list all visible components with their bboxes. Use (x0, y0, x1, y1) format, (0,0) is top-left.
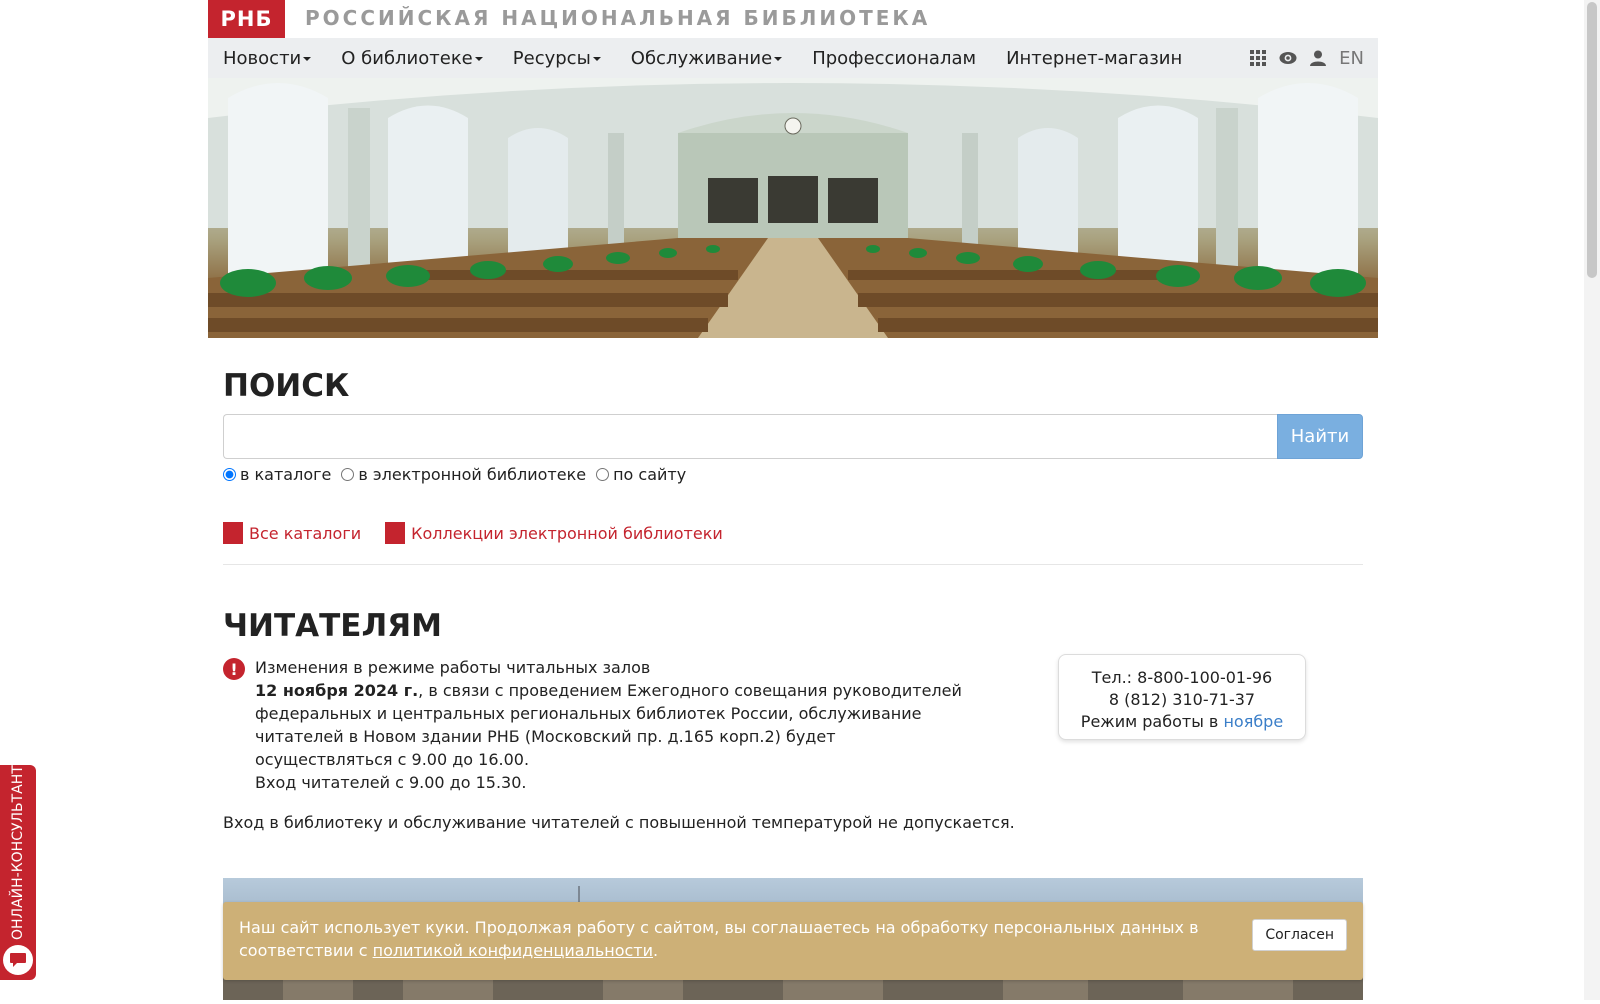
cookie-banner: Наш сайт использует куки. Продолжая рабо… (223, 902, 1363, 980)
hours-prefix: Режим работы в (1080, 712, 1224, 731)
section-divider (223, 564, 1363, 565)
privacy-policy-link[interactable]: политикой конфиденциальности (373, 941, 653, 960)
caret-down-icon (592, 57, 601, 61)
link-label: Все каталоги (249, 523, 362, 543)
notice-entry: Вход читателей с 9.00 до 15.30. (255, 773, 527, 792)
search-input[interactable] (223, 414, 1277, 459)
search-button[interactable]: Найти (1277, 414, 1363, 459)
nav-item-shop[interactable]: Интернет-магазин (991, 38, 1197, 78)
caret-down-icon (774, 57, 783, 61)
caret-down-icon (303, 57, 312, 61)
site-title: РОССИЙСКАЯ НАЦИОНАЛЬНАЯ БИБЛИОТЕКА (305, 6, 931, 30)
red-square-icon (223, 522, 243, 544)
opening-hours: Режим работы в ноябре (1059, 711, 1305, 733)
red-square-icon (385, 522, 406, 544)
eye-icon[interactable] (1279, 49, 1297, 67)
scope-radio-elibrary[interactable] (341, 468, 355, 481)
page-header: РНБ РОССИЙСКАЯ НАЦИОНАЛЬНАЯ БИБЛИОТЕКА Н… (208, 0, 1378, 338)
link-label: Коллекции электронной библиотеки (411, 523, 723, 543)
brand-bar: РНБ РОССИЙСКАЯ НАЦИОНАЛЬНАЯ БИБЛИОТЕКА (208, 0, 1378, 38)
phone-primary: Тел.: 8-800-100-01-96 (1091, 668, 1273, 687)
search-section: ПОИСК Найти в каталоге в электронной биб… (223, 368, 1363, 565)
contact-card: Тел.: 8-800-100-01-96 8 (812) 310-71-37 … (1058, 654, 1306, 740)
chat-bubble-icon (3, 945, 33, 975)
nav-item-label: Интернет-магазин (1006, 47, 1183, 69)
search-heading: ПОИСК (223, 368, 350, 404)
nav-item-label: Ресурсы (512, 47, 591, 69)
scope-radio-catalog[interactable] (223, 468, 236, 481)
scope-label: в электронной библиотеке (358, 465, 587, 484)
caret-down-icon (474, 57, 483, 61)
language-switch[interactable]: EN (1339, 48, 1364, 69)
page-scrollbar[interactable] (1584, 0, 1600, 1000)
site-logo[interactable]: РНБ (208, 0, 285, 38)
readers-heading: ЧИТАТЕЛЯМ (223, 608, 442, 644)
nav-item-label: Обслуживание (630, 47, 773, 69)
quick-links: Все каталоги Коллекции электронной библи… (223, 522, 1363, 544)
hero-reading-room-image (208, 78, 1378, 338)
nav-item-about[interactable]: О библиотеке (326, 38, 498, 78)
nav-item-label: Профессионалам (812, 47, 977, 69)
reading-room-illustration (208, 78, 1378, 338)
notice-paragraph: 12 ноября 2024 г., в связи с проведением… (255, 679, 975, 771)
scope-radio-site[interactable] (596, 468, 610, 481)
scope-option-catalog[interactable]: в каталоге (223, 465, 331, 484)
nav-item-label: Новости (223, 47, 302, 69)
main-nav: Новости О библиотеке Ресурсы Обслуживани… (208, 38, 1378, 78)
temperature-note: Вход в библиотеку и обслуживание читател… (223, 813, 1015, 832)
nav-item-news[interactable]: Новости (208, 38, 326, 78)
notice-date: 12 ноября 2024 г. (255, 681, 419, 700)
nav-item-services[interactable]: Обслуживание (616, 38, 797, 78)
user-icon[interactable] (1309, 49, 1327, 67)
online-consultant-tab[interactable]: ОНЛАЙН-КОНСУЛЬТАНТ (0, 765, 36, 980)
scrollbar-thumb[interactable] (1587, 2, 1597, 278)
nav-item-label: О библиотеке (341, 47, 473, 69)
scope-option-site[interactable]: по сайту (596, 465, 686, 484)
phone-secondary: 8 (812) 310-71-37 (1108, 690, 1256, 709)
nav-item-professionals[interactable]: Профессионалам (797, 38, 991, 78)
exclamation-icon: ! (223, 658, 245, 680)
all-catalogs-link[interactable]: Все каталоги (223, 522, 361, 544)
cookie-text: Наш сайт использует куки. Продолжая рабо… (239, 916, 1239, 962)
cookie-end: . (653, 941, 659, 960)
nav-item-resources[interactable]: Ресурсы (498, 38, 616, 78)
nav-tools: EN (1249, 38, 1364, 78)
consultant-label: ОНЛАЙН-КОНСУЛЬТАНТ (10, 765, 26, 940)
scope-label: в каталоге (240, 465, 332, 484)
notice-title: Изменения в режиме работы читальных зало… (255, 658, 651, 677)
hours-link[interactable]: ноябре (1223, 712, 1283, 731)
notice-text: Изменения в режиме работы читальных зало… (255, 656, 975, 794)
search-bar: Найти (223, 414, 1363, 459)
elibrary-collections-link[interactable]: Коллекции электронной библиотеки (385, 522, 723, 544)
grid-icon[interactable] (1249, 49, 1267, 67)
scope-label: по сайту (613, 465, 687, 484)
cookie-agree-button[interactable]: Согласен (1252, 919, 1347, 951)
search-scope: в каталоге в электронной библиотеке по с… (223, 465, 1363, 484)
scope-option-elibrary[interactable]: в электронной библиотеке (341, 465, 586, 484)
